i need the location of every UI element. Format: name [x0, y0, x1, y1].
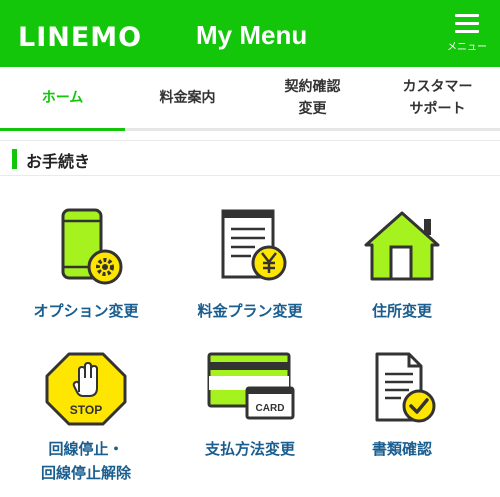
tab-contract-label-line2: 変更: [298, 100, 327, 117]
section-accent-bar: [12, 149, 17, 169]
procedure-document-check[interactable]: 書類確認: [322, 350, 482, 480]
tab-support[interactable]: カスタマー サポート: [375, 67, 500, 128]
tab-bar: ホーム 料金案内 契約確認 変更 カスタマー サポート: [0, 67, 500, 131]
section-title: お手続き: [26, 152, 91, 171]
procedure-label: オプション変更: [33, 302, 139, 320]
active-tab-indicator: [0, 128, 125, 131]
procedure-label: 料金プラン変更: [197, 302, 303, 320]
procedure-payment-change[interactable]: CARD 支払方法変更: [170, 350, 330, 480]
app-header: LINEMO My Menu メニュー: [0, 0, 500, 67]
smartphone-gear-icon: [61, 208, 123, 285]
tab-contract-label-line1: 契約確認: [284, 78, 341, 95]
tab-home[interactable]: ホーム: [0, 67, 125, 128]
document-check-icon: [375, 352, 436, 423]
credit-card-icon: CARD: [207, 352, 295, 420]
procedure-option-change[interactable]: オプション変更: [6, 207, 166, 337]
stop-icon-text: STOP: [70, 403, 102, 417]
tab-support-label-line2: サポート: [409, 100, 466, 117]
tab-home-label: ホーム: [41, 89, 84, 106]
stop-sign-icon: STOP: [45, 352, 127, 426]
tab-pricing-label: 料金案内: [159, 89, 216, 106]
tab-pricing[interactable]: 料金案内: [125, 67, 250, 128]
procedure-label: 書類確認: [371, 440, 432, 458]
menu-label: メニュー: [447, 42, 487, 53]
menu-button[interactable]: メニュー: [442, 14, 492, 62]
procedure-label-line1: 回線停止・: [48, 440, 124, 458]
page-title: My Menu: [196, 20, 308, 50]
section-header: お手続き: [0, 140, 500, 176]
tab-support-label-line1: カスタマー: [402, 78, 473, 95]
procedure-address-change[interactable]: 住所変更: [322, 207, 482, 337]
procedure-label: 住所変更: [371, 302, 432, 320]
hamburger-icon: [455, 14, 479, 33]
procedure-label-line2: 回線停止解除: [40, 464, 131, 482]
procedure-plan-change[interactable]: 料金プラン変更: [170, 207, 330, 337]
house-icon: [364, 211, 440, 281]
card-icon-text: CARD: [256, 403, 285, 414]
linemo-logo[interactable]: LINEMO: [18, 22, 142, 53]
tab-contract[interactable]: 契約確認 変更: [250, 67, 375, 128]
bill-yen-icon: [221, 209, 287, 281]
procedure-line-suspend[interactable]: STOP 回線停止・ 回線停止解除: [6, 350, 166, 482]
procedure-label: 支払方法変更: [204, 440, 295, 458]
